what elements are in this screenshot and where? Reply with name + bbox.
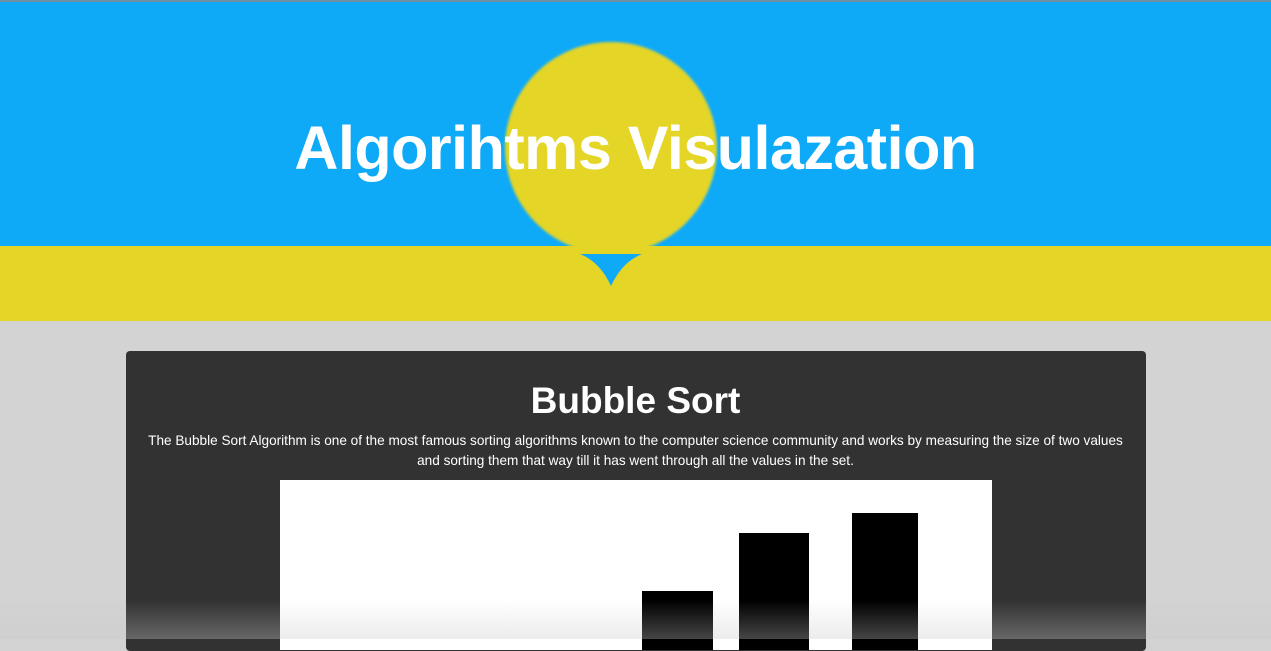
- sort-bar: [739, 533, 809, 650]
- sort-visualization-canvas: [280, 480, 992, 650]
- algorithm-title: Bubble Sort: [530, 380, 741, 421]
- sort-bar: [642, 591, 713, 650]
- algorithm-description: The Bubble Sort Algorithm is one of the …: [148, 433, 1123, 468]
- hero-banner: Algorihtms Visulazation: [0, 0, 1271, 321]
- sort-bar: [852, 513, 918, 650]
- page-title: Algorihtms Visulazation: [294, 114, 977, 182]
